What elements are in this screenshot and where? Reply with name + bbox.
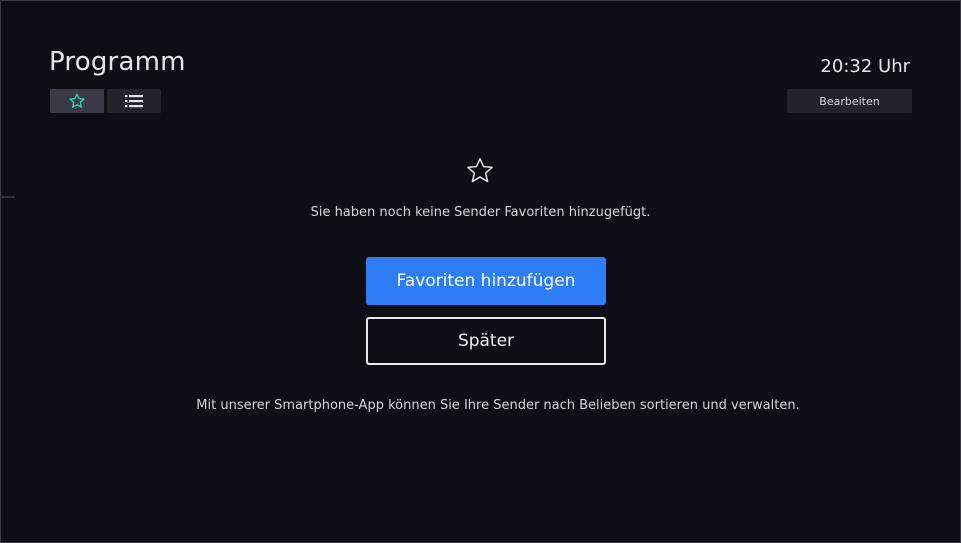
page-title: Programm bbox=[49, 47, 186, 77]
clock: 20:32 Uhr bbox=[820, 56, 910, 77]
smartphone-app-hint: Mit unserer Smartphone-App können Sie Ih… bbox=[196, 398, 800, 413]
list-icon bbox=[125, 95, 143, 108]
later-button[interactable]: Später bbox=[366, 317, 606, 365]
focus-edge-indicator bbox=[0, 196, 15, 198]
view-toggle bbox=[50, 89, 161, 113]
add-favorites-button[interactable]: Favoriten hinzufügen bbox=[366, 257, 606, 305]
edit-button[interactable]: Bearbeiten bbox=[787, 89, 912, 113]
empty-state-message: Sie haben noch keine Sender Favoriten hi… bbox=[310, 205, 651, 220]
star-outline-icon bbox=[467, 158, 493, 183]
list-view-button[interactable] bbox=[107, 89, 161, 113]
favorites-view-button[interactable] bbox=[50, 89, 104, 113]
star-icon bbox=[69, 93, 85, 108]
